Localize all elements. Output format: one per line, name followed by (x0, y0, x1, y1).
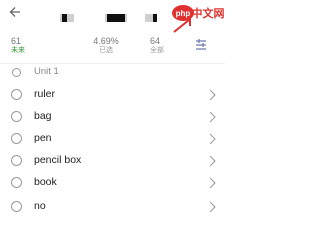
word-text: ruler (34, 88, 56, 100)
chevron-right-icon[interactable] (208, 155, 216, 167)
chevron-right-icon[interactable] (208, 111, 216, 123)
select-radio[interactable] (11, 111, 22, 122)
svg-text:中文网: 中文网 (192, 6, 225, 20)
stat-label: 已选 (99, 47, 113, 54)
list-item[interactable]: pencil box (0, 150, 225, 172)
stat-total[interactable]: 64 全部 (150, 36, 164, 55)
stat-label: 未来 (11, 47, 25, 54)
unit-header-row[interactable]: Unit 1 (0, 62, 225, 84)
status-indicator (60, 14, 74, 22)
word-text: no (34, 200, 46, 212)
chevron-right-icon[interactable] (208, 201, 216, 213)
status-indicator (105, 14, 127, 22)
word-text: book (34, 176, 57, 188)
list-item[interactable]: no (0, 196, 225, 218)
stat-value: 64 (150, 36, 161, 46)
annotation-arrow-icon (173, 18, 191, 33)
back-arrow-icon[interactable] (8, 5, 22, 19)
stat-label: 全部 (150, 47, 164, 54)
chevron-right-icon[interactable] (208, 177, 216, 189)
stat-value: 4.69% (93, 36, 119, 46)
chevron-right-icon[interactable] (208, 133, 216, 145)
unit-title: Unit 1 (34, 66, 59, 77)
select-radio[interactable] (11, 155, 22, 166)
select-radio[interactable] (11, 177, 22, 188)
list-mode-icon[interactable] (194, 38, 208, 52)
list-item[interactable]: ruler (0, 84, 225, 106)
stat-value: 61 (11, 36, 22, 46)
list-item[interactable]: bag (0, 106, 225, 128)
list-item[interactable]: book (0, 172, 225, 194)
stat-selected[interactable]: 4.69% 已选 (82, 36, 130, 55)
chevron-right-icon[interactable] (208, 89, 216, 101)
select-radio[interactable] (11, 89, 22, 100)
top-bar: php 中文网 (0, 0, 225, 33)
stat-learned[interactable]: 61 未来 (11, 36, 25, 55)
status-indicator (145, 14, 157, 22)
list-item[interactable]: pen (0, 128, 225, 150)
word-text: pen (34, 132, 52, 144)
word-text: bag (34, 110, 52, 122)
unit-radio[interactable] (12, 68, 21, 77)
word-text: pencil box (34, 154, 82, 166)
select-radio[interactable] (11, 201, 22, 212)
stats-bar: 61 未来 4.69% 已选 64 全部 (0, 36, 225, 62)
select-radio[interactable] (11, 133, 22, 144)
